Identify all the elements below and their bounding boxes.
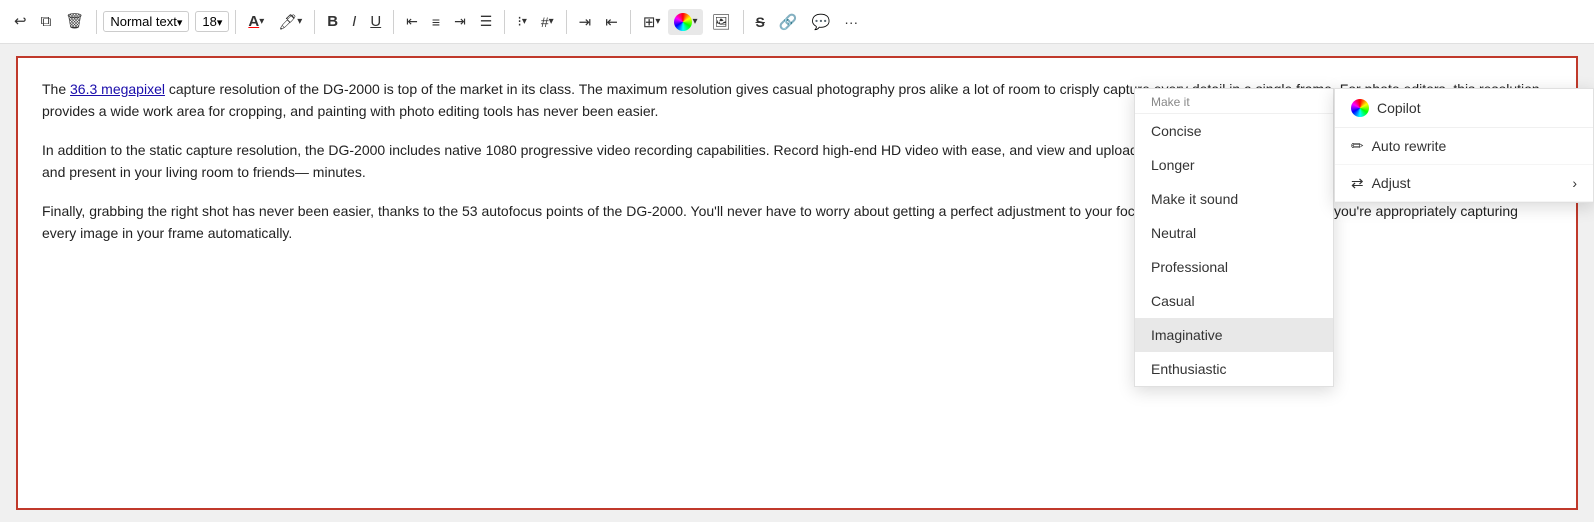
- submenu-item-imaginative[interactable]: Imaginative: [1135, 318, 1333, 352]
- submenu-item-enthusiastic-label: Enthusiastic: [1151, 361, 1226, 377]
- undo-button[interactable]: ↩: [8, 10, 33, 33]
- comment-icon: 💬: [812, 13, 831, 31]
- megapixel-link[interactable]: 36.3 megapixel: [70, 81, 165, 97]
- align-right-button[interactable]: ⇥: [448, 9, 472, 34]
- separator-5: [504, 10, 505, 34]
- link-icon: 🔗: [779, 13, 798, 31]
- table-icon: ⊞: [643, 13, 656, 31]
- highlight-button[interactable]: 🖊 ▾: [272, 9, 308, 35]
- main-area: The 36.3 megapixel capture resolution of…: [0, 44, 1594, 522]
- submenu-item-professional[interactable]: Professional: [1135, 250, 1333, 284]
- submenu-item-neutral[interactable]: Neutral: [1135, 216, 1333, 250]
- bullets-button[interactable]: ⁝ ▾: [511, 9, 532, 34]
- italic-button[interactable]: I: [346, 9, 362, 34]
- toolbar: ↩ ⧉ 🗑 Normal text 18 A ▾ 🖊 ▾ B I U ⇤ ≡ ⇥: [0, 0, 1594, 44]
- numbering-icon: #: [541, 14, 549, 30]
- auto-rewrite-item[interactable]: ✏ Auto rewrite: [1335, 128, 1593, 165]
- align-center-icon: ≡: [432, 14, 440, 30]
- image-button[interactable]: 🖼: [705, 9, 736, 35]
- submenu-item-make-it-sound[interactable]: Make it sound: [1135, 182, 1333, 216]
- submenu-item-enthusiastic[interactable]: Enthusiastic: [1135, 352, 1333, 386]
- copilot-menu-header: Copilot: [1335, 89, 1593, 128]
- link-button[interactable]: 🔗: [773, 9, 804, 35]
- align-left-icon: ⇤: [406, 13, 418, 30]
- font-style-label: Normal text: [110, 14, 176, 29]
- text-color-chevron: ▾: [259, 16, 264, 27]
- strikethrough-icon: S: [756, 14, 765, 30]
- adjust-item[interactable]: ⇄ Adjust ›: [1335, 165, 1593, 202]
- highlight-chevron: ▾: [297, 16, 302, 27]
- align-center-button[interactable]: ≡: [426, 10, 446, 34]
- separator-3: [314, 10, 315, 34]
- font-size-dropdown[interactable]: 18: [195, 11, 229, 32]
- underline-button[interactable]: U: [364, 9, 387, 34]
- copilot-title-label: Copilot: [1377, 100, 1421, 116]
- submenu-item-concise[interactable]: Concise: [1135, 114, 1333, 148]
- submenu-item-professional-label: Professional: [1151, 259, 1228, 275]
- separator-1: [96, 10, 97, 34]
- font-size-chevron: [217, 14, 223, 29]
- undo-icon: ↩: [14, 14, 27, 29]
- comment-button[interactable]: 💬: [806, 9, 837, 35]
- bullets-chevron: ▾: [522, 16, 527, 27]
- submenu-item-make-it-sound-label: Make it sound: [1151, 191, 1238, 207]
- adjust-label: Adjust: [1372, 175, 1411, 191]
- font-style-chevron: [177, 14, 183, 29]
- submenu-item-neutral-label: Neutral: [1151, 225, 1196, 241]
- image-icon: 🖼: [711, 13, 730, 31]
- make-it-sound-submenu: Make it Concise Longer Make it sound Neu…: [1134, 88, 1334, 387]
- submenu-item-imaginative-label: Imaginative: [1151, 327, 1223, 343]
- numbering-button[interactable]: # ▾: [535, 10, 560, 34]
- align-justify-button[interactable]: ☰: [474, 9, 499, 34]
- copilot-button[interactable]: ▾: [668, 9, 703, 35]
- text-color-button[interactable]: A ▾: [242, 9, 270, 34]
- indent-decrease-icon: ⇤: [605, 13, 618, 31]
- copy-button[interactable]: ⧉: [35, 10, 58, 33]
- submenu-item-concise-label: Concise: [1151, 123, 1202, 139]
- submenu-item-longer[interactable]: Longer: [1135, 148, 1333, 182]
- separator-2: [235, 10, 236, 34]
- separator-7: [630, 10, 631, 34]
- copilot-icon: [674, 13, 692, 31]
- highlight-icon: 🖊: [278, 13, 297, 31]
- table-button[interactable]: ⊞ ▾: [637, 9, 667, 35]
- copilot-dropdown: Copilot ✏ Auto rewrite ⇄ Adjust ›: [1334, 88, 1594, 203]
- copilot-chevron: ▾: [692, 16, 697, 27]
- bold-button[interactable]: B: [321, 9, 344, 34]
- more-button[interactable]: ···: [838, 10, 864, 34]
- numbering-chevron: ▾: [549, 16, 554, 27]
- more-icon: ···: [844, 14, 858, 30]
- submenu-item-longer-label: Longer: [1151, 157, 1195, 173]
- auto-rewrite-icon: ✏: [1351, 137, 1364, 155]
- submenu-item-casual[interactable]: Casual: [1135, 284, 1333, 318]
- separator-4: [393, 10, 394, 34]
- font-size-label: 18: [202, 14, 216, 29]
- table-chevron: ▾: [655, 16, 660, 27]
- trash-icon: 🗑: [65, 14, 84, 29]
- indent-increase-icon: ⇥: [579, 13, 592, 31]
- font-style-dropdown[interactable]: Normal text: [103, 11, 189, 32]
- copilot-menu-icon: [1351, 99, 1369, 117]
- align-right-icon: ⇥: [454, 13, 466, 30]
- adjust-icon: ⇄: [1351, 174, 1364, 192]
- outdent-button[interactable]: ⇤: [599, 9, 624, 35]
- submenu-header: Make it: [1135, 89, 1333, 114]
- separator-6: [566, 10, 567, 34]
- align-left-button[interactable]: ⇤: [400, 9, 424, 34]
- copy-icon: ⧉: [41, 14, 52, 29]
- adjust-arrow-icon: ›: [1572, 175, 1577, 191]
- strikethrough-button[interactable]: S: [750, 10, 771, 34]
- submenu-item-casual-label: Casual: [1151, 293, 1195, 309]
- indent-button[interactable]: ⇥: [573, 9, 598, 35]
- separator-8: [743, 10, 744, 34]
- align-justify-icon: ☰: [480, 13, 493, 30]
- text-color-icon: A: [248, 13, 259, 30]
- auto-rewrite-label: Auto rewrite: [1372, 138, 1447, 154]
- delete-button[interactable]: 🗑: [59, 10, 90, 33]
